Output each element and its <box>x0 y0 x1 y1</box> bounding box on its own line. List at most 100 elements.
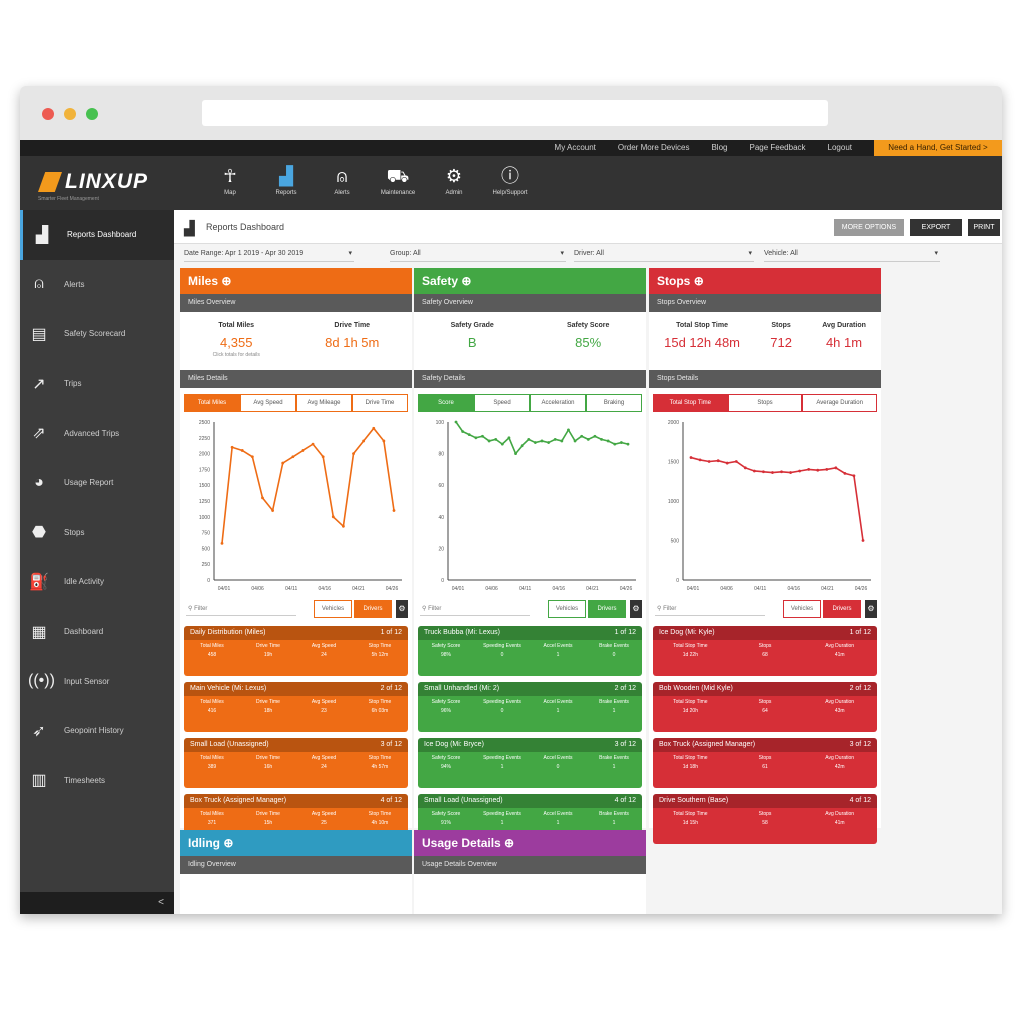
close-window-dot[interactable] <box>42 108 54 120</box>
sidebar-item-idle-activity[interactable]: ⛽ Idle Activity <box>20 557 174 607</box>
stops-stat[interactable]: Avg Duration 4h 1m <box>822 322 866 370</box>
safety-ranking-card[interactable]: Ice Dog (Mi: Bryce) 3 of 12 Safety Score… <box>418 738 642 788</box>
sidebar-item-safety-scorecard[interactable]: ▤ Safety Scorecard <box>20 309 174 359</box>
sidebar-item-stops[interactable]: ⬣ Stops <box>20 508 174 558</box>
usage-details-panel-header[interactable]: Usage Details ⊕ <box>414 830 646 856</box>
safety-tab[interactable]: Braking <box>586 394 642 412</box>
card-col-label: Accel Events <box>543 699 573 705</box>
blog-link[interactable]: Blog <box>711 143 727 152</box>
vehicles-toggle[interactable]: Vehicles <box>548 600 586 618</box>
data-point <box>342 524 345 528</box>
stops-panel-header[interactable]: Stops ⊕ <box>649 268 881 294</box>
miles-tab[interactable]: Drive Time <box>352 394 408 412</box>
nav-alerts[interactable]: ⍝ Alerts <box>314 162 370 196</box>
sidebar-item-alerts[interactable]: ⍝ Alerts <box>20 260 174 310</box>
more-options-button[interactable]: MORE OPTIONS <box>834 219 904 236</box>
safety-stat[interactable]: Safety Grade B <box>451 322 494 370</box>
miles-ranking-card[interactable]: Main Vehicle (Mi: Lexus) 2 of 12 Total M… <box>184 682 408 732</box>
card-labels: Total Miles Drive Time Avg Speed Stop Time <box>184 696 408 705</box>
miles-ranking-card[interactable]: Daily Distribution (Miles) 1 of 12 Total… <box>184 626 408 676</box>
miles-panel-header[interactable]: Miles ⊕ <box>180 268 412 294</box>
info-icon[interactable]: ⊕ <box>223 836 233 850</box>
miles-stat[interactable]: Drive Time 8d 1h 5m <box>325 322 379 370</box>
my-account-link[interactable]: My Account <box>555 143 596 152</box>
minimize-window-dot[interactable] <box>64 108 76 120</box>
card-labels: Total Stop Time Stops Avg Duration <box>653 640 877 649</box>
group-filter[interactable]: Group: All ▾ <box>390 248 566 262</box>
driver-filter[interactable]: Driver: All ▾ <box>574 248 754 262</box>
safety-ranking-card[interactable]: Small Unhandled (Mi: 2) 2 of 12 Safety S… <box>418 682 642 732</box>
x-tick-label: 04/06 <box>251 586 264 592</box>
date-range-filter[interactable]: Date Range: Apr 1 2019 - Apr 30 2019 ▾ <box>184 248 354 262</box>
stops-stat[interactable]: Stops 712 <box>770 322 792 370</box>
settings-gear-icon[interactable]: ⚙ <box>630 600 642 618</box>
miles-tab[interactable]: Avg Mileage <box>296 394 352 412</box>
stops-ranking-card[interactable]: Box Truck (Assigned Manager) 3 of 12 Tot… <box>653 738 877 788</box>
address-bar[interactable] <box>202 100 828 126</box>
logout-link[interactable]: Logout <box>828 143 852 152</box>
sidebar-collapse-button[interactable]: < <box>20 892 174 914</box>
stops-search-row: ⚲ Filter Vehicles Drivers ⚙ <box>649 596 881 622</box>
sidebar-item-label: Reports Dashboard <box>67 230 137 240</box>
stat-label: Stops <box>771 322 791 329</box>
card-col-value: 1d 15h <box>682 820 698 826</box>
miles-tab[interactable]: Total Miles <box>184 394 240 412</box>
sidebar-item-reports-dashboard[interactable]: ▟ Reports Dashboard <box>20 210 174 260</box>
x-tick-label: 04/06 <box>485 586 498 592</box>
miles-filter-input[interactable]: ⚲ Filter <box>186 602 296 616</box>
safety-stat[interactable]: Safety Score 85% <box>567 322 609 370</box>
stops-tab[interactable]: Total Stop Time <box>653 394 728 412</box>
stops-ranking-card[interactable]: Bob Wooden (Mid Kyle) 2 of 12 Total Stop… <box>653 682 877 732</box>
print-button[interactable]: PRINT <box>968 219 1000 236</box>
sidebar-item-trips[interactable]: ↗ Trips <box>20 359 174 409</box>
sidebar-item-usage-report[interactable]: ◕ Usage Report <box>20 458 174 508</box>
nav-admin[interactable]: ⚙ Admin <box>426 162 482 196</box>
info-icon[interactable]: ⊕ <box>461 274 471 288</box>
brand-logo[interactable]: LINXUP <box>38 170 148 194</box>
info-icon[interactable]: ⊕ <box>504 836 514 850</box>
sidebar-item-input-sensor[interactable]: ((•)) Input Sensor <box>20 656 174 706</box>
vehicle-filter[interactable]: Vehicle: All ▾ <box>764 248 940 262</box>
page-feedback-link[interactable]: Page Feedback <box>749 143 805 152</box>
card-col-label: Drive Time <box>256 811 280 817</box>
miles-stat[interactable]: Total Miles 4,355 Click totals for detai… <box>213 322 260 370</box>
settings-gear-icon[interactable]: ⚙ <box>865 600 877 618</box>
stops-filter-input[interactable]: ⚲ Filter <box>655 602 765 616</box>
safety-panel-header[interactable]: Safety ⊕ <box>414 268 646 294</box>
safety-ranking-card[interactable]: Truck Bubba (Mi: Lexus) 1 of 12 Safety S… <box>418 626 642 676</box>
get-started-button[interactable]: Need a Hand, Get Started > <box>874 140 1002 156</box>
idling-panel-header[interactable]: Idling ⊕ <box>180 830 412 856</box>
settings-gear-icon[interactable]: ⚙ <box>396 600 408 618</box>
safety-tab[interactable]: Speed <box>474 394 530 412</box>
data-point <box>771 471 774 474</box>
order-devices-link[interactable]: Order More Devices <box>618 143 690 152</box>
stops-ranking-card[interactable]: Drive Southern (Base) 4 of 12 Total Stop… <box>653 794 877 844</box>
drivers-toggle[interactable]: Drivers <box>823 600 861 618</box>
miles-tab[interactable]: Avg Speed <box>240 394 296 412</box>
export-button[interactable]: EXPORT <box>910 219 962 236</box>
sidebar-item-dashboard[interactable]: ▦ Dashboard <box>20 607 174 657</box>
drivers-toggle[interactable]: Drivers <box>354 600 392 618</box>
vehicles-toggle[interactable]: Vehicles <box>783 600 821 618</box>
drivers-toggle[interactable]: Drivers <box>588 600 626 618</box>
info-icon[interactable]: ⊕ <box>221 274 231 288</box>
nav-maintenance[interactable]: ⛟ Maintenance <box>370 162 426 196</box>
sidebar-item-geopoint-history[interactable]: ➶ Geopoint History <box>20 706 174 756</box>
nav-map[interactable]: ☥ Map <box>202 162 258 196</box>
nav-help[interactable]: ⓘ Help/Support <box>482 162 538 196</box>
safety-tab[interactable]: Score <box>418 394 474 412</box>
safety-filter-input[interactable]: ⚲ Filter <box>420 602 530 616</box>
stops-ranking-card[interactable]: Ice Dog (Mi: Kyle) 1 of 12 Total Stop Ti… <box>653 626 877 676</box>
vehicles-toggle[interactable]: Vehicles <box>314 600 352 618</box>
sidebar-item-timesheets[interactable]: ▥ Timesheets <box>20 756 174 806</box>
card-col-value: 389 <box>207 764 217 770</box>
stops-tab[interactable]: Average Duration <box>802 394 878 412</box>
maximize-window-dot[interactable] <box>86 108 98 120</box>
stops-stat[interactable]: Total Stop Time 15d 12h 48m <box>664 322 740 370</box>
nav-reports[interactable]: ▟ Reports <box>258 162 314 196</box>
info-icon[interactable]: ⊕ <box>694 274 704 288</box>
miles-ranking-card[interactable]: Small Load (Unassigned) 3 of 12 Total Mi… <box>184 738 408 788</box>
sidebar-item-advanced-trips[interactable]: ⇗ Advanced Trips <box>20 408 174 458</box>
safety-tab[interactable]: Acceleration <box>530 394 586 412</box>
stops-tab[interactable]: Stops <box>727 394 803 412</box>
